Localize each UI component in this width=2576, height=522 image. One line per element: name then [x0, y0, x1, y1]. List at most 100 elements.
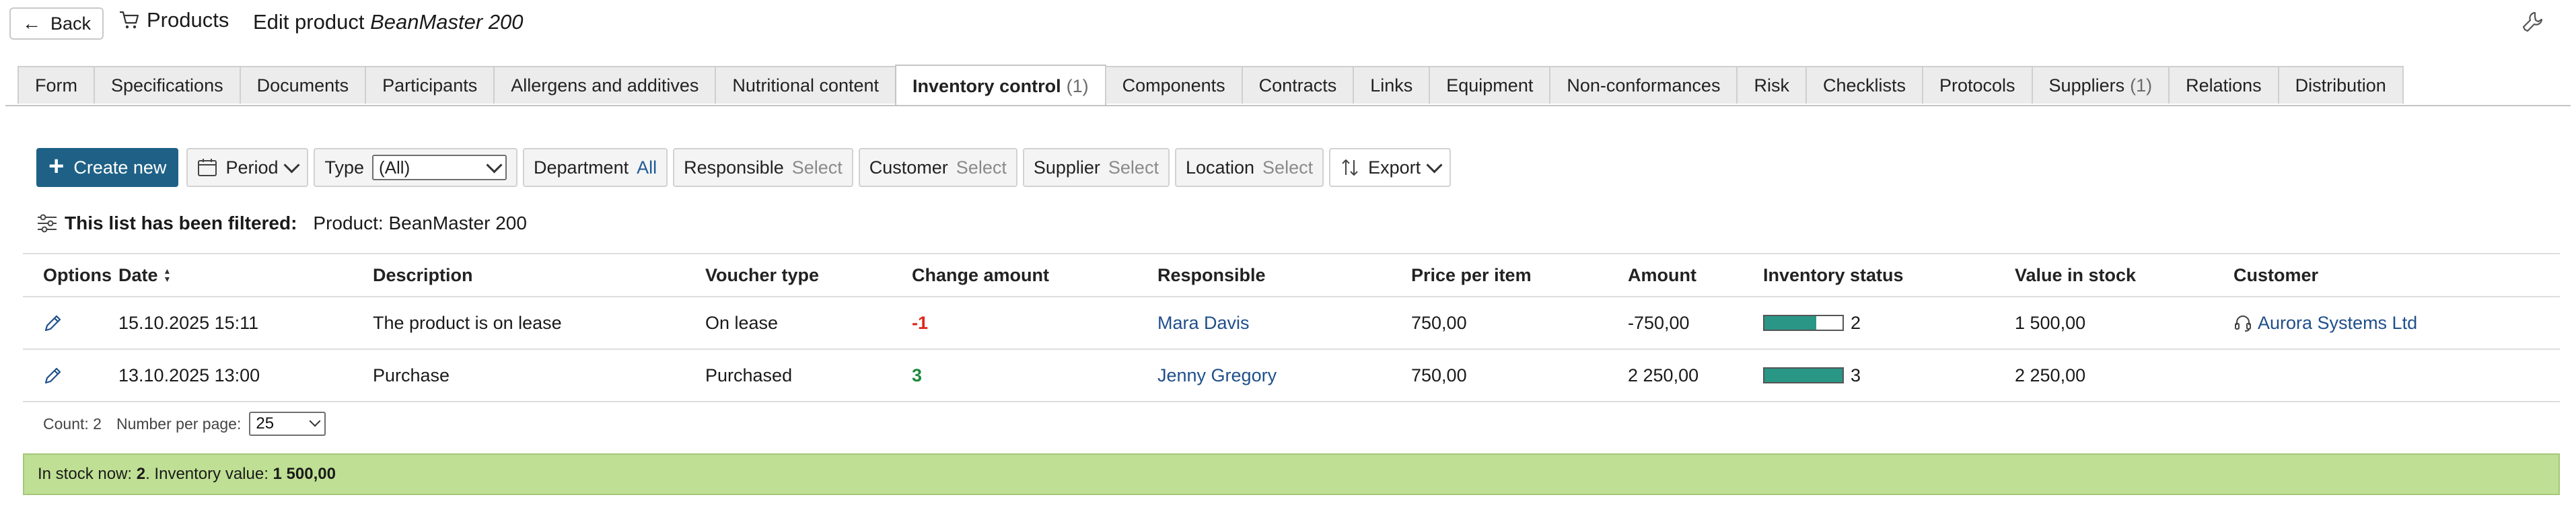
row-voucher-type: Purchased: [705, 365, 793, 385]
create-new-label: Create new: [73, 157, 167, 178]
col-change-amount: Change amount: [912, 264, 1050, 285]
tab-label: Participants: [382, 75, 478, 96]
tab-label: Non-conformances: [1567, 75, 1721, 96]
tab-label: Relations: [2186, 75, 2262, 96]
tab-relations[interactable]: Relations: [2168, 66, 2279, 104]
tab-contracts[interactable]: Contracts: [1241, 66, 1355, 104]
tab-count: (1): [1066, 75, 1089, 96]
tab-components[interactable]: Components: [1104, 66, 1243, 104]
tab-label: Protocols: [1939, 75, 2015, 96]
col-options: Options: [43, 264, 112, 285]
tab-label: Checklists: [1822, 75, 1906, 96]
col-date[interactable]: Date ▲ ▼: [118, 254, 171, 296]
type-select[interactable]: (All): [372, 155, 507, 180]
edit-pencil-icon[interactable]: [43, 350, 63, 401]
row-inventory-status: 3: [1763, 350, 1861, 401]
export-label: Export: [1368, 157, 1421, 178]
tab-bar: Form Specifications Documents Participan…: [17, 65, 2404, 106]
wrench-icon[interactable]: [2521, 11, 2544, 34]
arrow-left-icon: ←: [22, 13, 41, 34]
table-row: 13.10.2025 13:00 Purchase Purchased 3 Je…: [23, 350, 2560, 402]
type-label: Type: [324, 157, 365, 178]
edit-pencil-icon[interactable]: [43, 297, 63, 348]
tab-label: Allergens and additives: [511, 75, 699, 96]
supplier-label: Supplier: [1033, 157, 1100, 178]
tab-label: Components: [1122, 75, 1225, 96]
tab-inventory-control[interactable]: Inventory control (1): [895, 65, 1106, 106]
back-button[interactable]: ← Back: [9, 7, 104, 40]
top-bar: ← Back Products Edit product BeanMaster …: [0, 0, 2576, 48]
tab-label: Nutritional content: [732, 75, 880, 96]
supplier-filter[interactable]: Supplier Select: [1022, 148, 1170, 187]
row-price: 750,00: [1411, 365, 1467, 385]
responsible-label: Responsible: [684, 157, 784, 178]
tab-non-conformances[interactable]: Non-conformances: [1549, 66, 1738, 104]
breadcrumb-products[interactable]: Products: [147, 8, 229, 32]
tab-risk[interactable]: Risk: [1736, 66, 1807, 104]
pagination-row: Count: 2 Number per page: 25: [43, 412, 326, 436]
tab-label: Risk: [1754, 75, 1789, 96]
filter-label: This list has been filtered:: [65, 213, 297, 233]
tab-distribution[interactable]: Distribution: [2277, 66, 2404, 104]
row-price: 750,00: [1411, 312, 1467, 333]
row-responsible-link[interactable]: Mara Davis: [1157, 297, 1250, 348]
period-filter[interactable]: Period: [186, 148, 309, 187]
filter-notice: This list has been filtered: Product: Be…: [36, 213, 527, 234]
tab-protocols[interactable]: Protocols: [1921, 66, 2033, 104]
page-title-product: BeanMaster 200: [370, 10, 524, 34]
col-customer: Customer: [2233, 264, 2319, 285]
location-filter[interactable]: Location Select: [1174, 148, 1324, 187]
customer-filter[interactable]: Customer Select: [858, 148, 1017, 187]
cart-icon: [118, 10, 140, 30]
tab-label: Contracts: [1258, 75, 1337, 96]
row-responsible-link[interactable]: Jenny Gregory: [1157, 350, 1277, 401]
type-select-value: (All): [379, 157, 410, 178]
sort-arrows-icon: [1340, 157, 1360, 178]
per-page-select[interactable]: 25: [249, 412, 326, 436]
chevron-down-icon: [1426, 156, 1443, 174]
tab-equipment[interactable]: Equipment: [1429, 66, 1551, 104]
responsible-value: Select: [791, 157, 843, 178]
inventory-bar: [1763, 367, 1844, 383]
tab-label: Documents: [256, 75, 349, 96]
headset-icon: [2233, 313, 2252, 332]
tab-links[interactable]: Links: [1353, 66, 1431, 104]
row-description: The product is on lease: [373, 312, 562, 333]
tab-nutritional-content[interactable]: Nutritional content: [715, 66, 897, 104]
tab-documents[interactable]: Documents: [239, 66, 367, 104]
calendar-icon: [197, 158, 217, 177]
department-value: All: [637, 157, 657, 178]
responsible-filter[interactable]: Responsible Select: [673, 148, 853, 187]
col-amount: Amount: [1628, 264, 1696, 285]
row-change-amount: 3: [912, 365, 923, 385]
tab-suppliers[interactable]: Suppliers (1): [2031, 66, 2170, 104]
col-responsible: Responsible: [1157, 264, 1266, 285]
table-row: 15.10.2025 15:11 The product is on lease…: [23, 297, 2560, 350]
tab-participants[interactable]: Participants: [365, 66, 495, 104]
tab-checklists[interactable]: Checklists: [1805, 66, 1923, 104]
export-button[interactable]: Export: [1329, 148, 1452, 187]
tab-label: Suppliers: [2048, 75, 2125, 96]
department-filter[interactable]: Department All: [523, 148, 668, 187]
stock-count: 2: [136, 465, 146, 483]
row-voucher-type: On lease: [705, 312, 779, 333]
tab-specifications[interactable]: Specifications: [94, 66, 241, 104]
per-page-label: Number per page:: [116, 414, 242, 433]
col-value-in-stock: Value in stock: [2015, 264, 2137, 285]
tab-label: Equipment: [1446, 75, 1534, 96]
create-new-button[interactable]: + Create new: [36, 148, 179, 187]
tab-allergens[interactable]: Allergens and additives: [493, 66, 717, 104]
type-filter: Type (All): [314, 148, 518, 187]
row-amount: 2 250,00: [1628, 365, 1699, 385]
supplier-value: Select: [1108, 157, 1159, 178]
count-label: Count: 2: [43, 414, 102, 433]
stock-value: 1 500,00: [273, 465, 336, 483]
row-customer[interactable]: Aurora Systems Ltd: [2233, 297, 2417, 348]
row-change-amount: -1: [912, 312, 929, 333]
breadcrumb[interactable]: Products: [118, 8, 229, 32]
tab-form[interactable]: Form: [17, 66, 95, 104]
customer-link[interactable]: Aurora Systems Ltd: [2258, 313, 2417, 334]
sort-icon: ▲ ▼: [163, 266, 172, 284]
customer-value: Select: [956, 157, 1007, 178]
tab-label: Form: [35, 75, 77, 96]
